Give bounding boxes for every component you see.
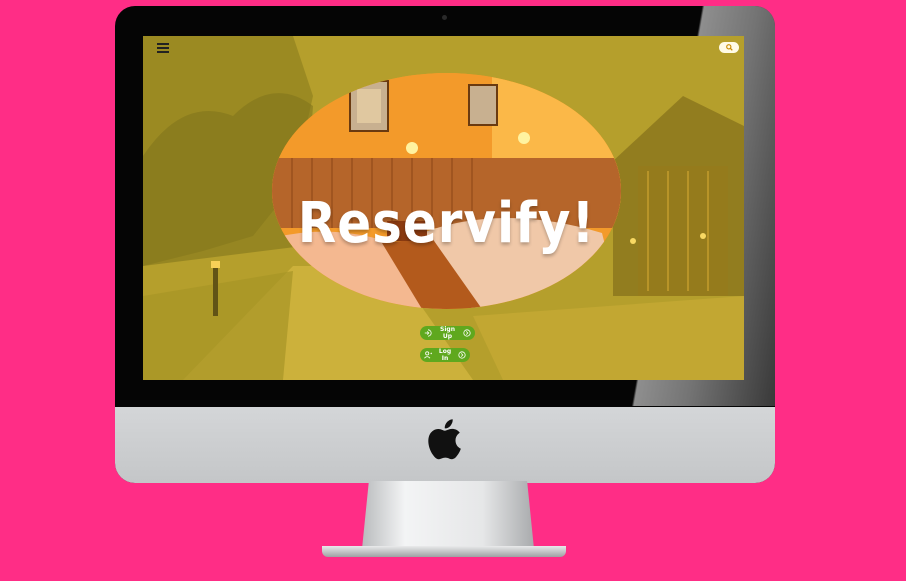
hero-room-image: Reservify!: [272, 73, 621, 309]
signup-icon: [424, 329, 432, 337]
monitor-stand-neck: [362, 481, 534, 549]
arrow-circle-icon: [458, 351, 466, 359]
imac-monitor: Reservify! Sign Up Log In: [115, 6, 775, 483]
app-title: Reservify!: [297, 190, 596, 256]
search-icon: [725, 44, 733, 51]
arrow-circle-icon: [463, 329, 471, 337]
website-screen: Reservify! Sign Up Log In: [143, 36, 744, 380]
apple-logo-icon: [428, 419, 461, 460]
login-label: Log In: [438, 348, 452, 362]
add-user-icon: [424, 351, 432, 359]
signup-label: Sign Up: [440, 326, 455, 340]
webcam: [442, 15, 447, 20]
monitor-stand-base: [322, 546, 566, 557]
search-button[interactable]: [719, 42, 739, 53]
login-button[interactable]: Log In: [420, 348, 470, 362]
hamburger-menu-icon[interactable]: [157, 43, 169, 53]
signup-button[interactable]: Sign Up: [420, 326, 475, 340]
